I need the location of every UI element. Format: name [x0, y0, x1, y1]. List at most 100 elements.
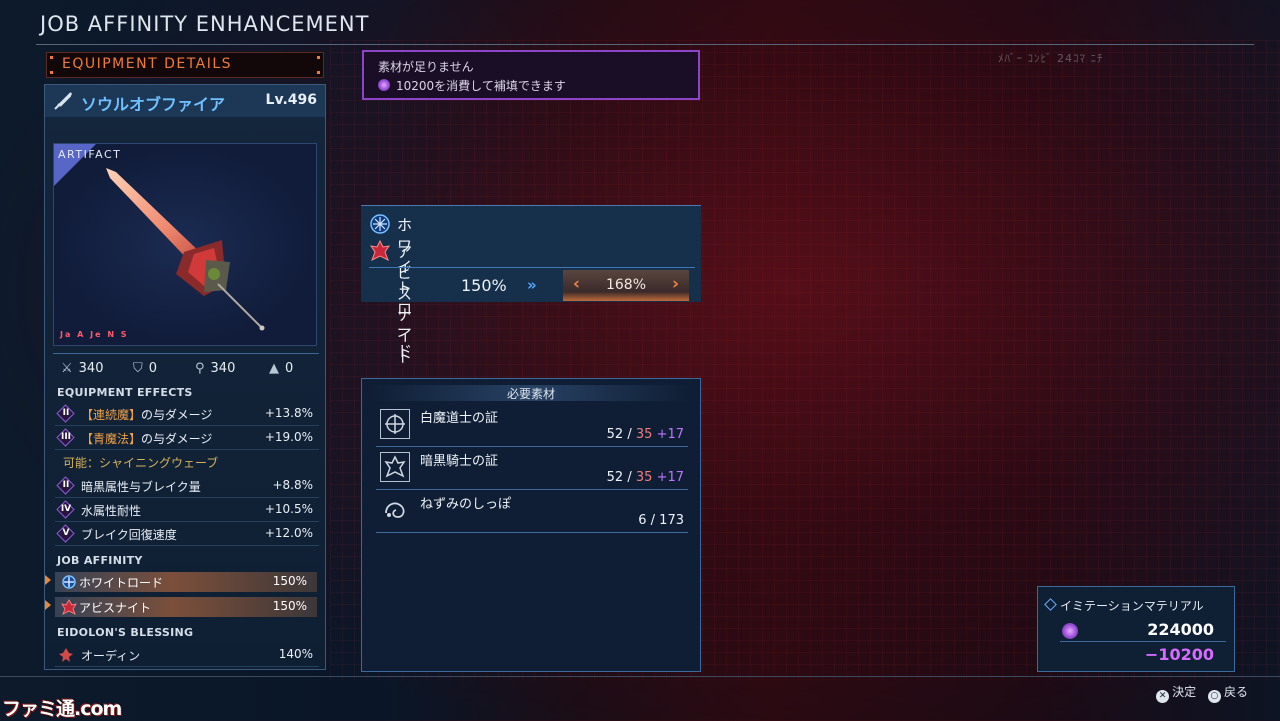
footer-divider [0, 676, 1280, 677]
button-hints: ✕ 決定 ○ 戻る [1148, 683, 1248, 703]
material-name: 白魔道士の証 [420, 411, 499, 426]
screen-title: JOB AFFINITY ENHANCEMENT [40, 12, 370, 36]
sword-stat-icon: ⚔ [61, 361, 73, 376]
currency-divider [1060, 641, 1226, 642]
hat-stat-icon: ▲ [269, 361, 279, 376]
job-affinity-row[interactable]: アビスナイト 150% [45, 597, 317, 617]
equipment-details-header: EQUIPMENT DETAILS [46, 52, 324, 78]
abyss-knight-icon [369, 239, 391, 262]
equipment-effects-title: EQUIPMENT EFFECTS [57, 386, 193, 399]
famitsu-watermark: ファミ通.com [2, 698, 122, 720]
material-shortage-notice: 素材が足りません 10200を消費して補填できます [362, 50, 700, 100]
effect-value: +10.5% [264, 502, 313, 516]
effect-value: +19.0% [264, 430, 313, 444]
effect-label: の与ダメージ [141, 432, 213, 446]
effect-row: II 暗黒属性与ブレイク量 +8.8% [55, 475, 319, 498]
greatsword-image [106, 168, 265, 331]
equipment-details-label: EQUIPMENT DETAILS [62, 56, 233, 72]
weapon-name-row: ソウルオブファイア Lv.496 [45, 85, 325, 117]
increase-arrow-icon[interactable]: › [672, 274, 679, 294]
effect-row: V ブレイク回復速度 +12.0% [55, 523, 319, 546]
rank-badge: III [56, 428, 75, 447]
sword-icon [53, 91, 73, 111]
diamond-icon [1044, 598, 1057, 611]
magic-defense-stat: ▲ 0 [269, 361, 294, 376]
effect-value: +8.8% [272, 478, 313, 492]
eidolon-blessing-title: EIDOLON'S BLESSING [57, 626, 194, 639]
currency-panel: イミテーションマテリアル 224000 −10200 [1037, 586, 1235, 672]
stats-divider [53, 353, 319, 354]
shortage-message: 素材が足りません [378, 60, 474, 74]
job-affinity-label: アビスナイト [79, 601, 152, 615]
imitation-materia-coin-icon [1062, 623, 1078, 639]
effect-label: 暗黒属性与ブレイク量 [81, 480, 201, 494]
stats-row: ⚔ 340 ⛉ 0 ⚲ 340 ▲ 0 [59, 361, 319, 383]
affinity-divider [369, 267, 695, 268]
job-affinity-row[interactable]: ホワイトロード 150% [45, 572, 317, 592]
imitation-materia-coin-icon [378, 79, 390, 91]
currency-cost: −10200 [1144, 645, 1214, 664]
effect-label: 水属性耐性 [81, 504, 142, 518]
material-name: ねずみのしっぽ [420, 497, 512, 512]
white-mage-crest-icon [380, 409, 410, 439]
material-row: 白魔道士の証 52 / 35 +17 [376, 405, 688, 447]
job-tags: Ja A Je N S [60, 330, 129, 339]
selection-arrow-icon [45, 575, 51, 585]
eidolon-row: オーディン 140% [55, 644, 319, 667]
rank-badge: V [56, 524, 75, 543]
eidolon-label: オーディン [81, 649, 141, 663]
shield-stat-icon: ⛉ [133, 361, 143, 376]
currency-name: イミテーションマテリアル [1060, 599, 1204, 613]
material-row: 暗黒騎士の証 52 / 35 +17 [376, 448, 688, 490]
job-affinity-value: 150% [272, 599, 307, 613]
affinity-enhancement-box: ホワイトロード アビスナイト 150% » ‹ 168% › [361, 205, 701, 366]
selection-arrow-icon [45, 600, 51, 610]
effect-label: の与ダメージ [141, 408, 213, 422]
target-affinity-value: 168% [605, 277, 647, 293]
rank-badge: IV [56, 500, 75, 519]
job-name: アビスナイト [397, 243, 413, 366]
current-affinity: 150% [461, 276, 507, 295]
currency-amount: 224000 [1147, 620, 1214, 639]
material-count: 52 / 35 +17 [606, 470, 684, 485]
job-affinity-title: JOB AFFINITY [57, 554, 143, 567]
shortage-substitute-message: 10200を消費して補填できます [396, 79, 566, 93]
rat-tail-icon [380, 495, 410, 525]
rank-badge: II [56, 476, 75, 495]
effect-row: III 【青魔法】の与ダメージ +19.0% [55, 427, 319, 450]
effect-row: IV 水属性耐性 +10.5% [55, 499, 319, 522]
required-materials-title: 必要素材 [372, 385, 690, 401]
weapon-name: ソウルオブファイア [81, 95, 226, 114]
ability-note: 可能：シャイニングウェーブ [63, 456, 219, 470]
confirm-hint[interactable]: 決定 [1172, 685, 1196, 699]
wand-stat-icon: ⚲ [195, 361, 205, 376]
equipment-panel: ソウルオブファイア Lv.496 ARTIFACT Ja A Je N S ⚔ 3… [44, 84, 326, 670]
cross-button-icon[interactable]: ✕ [1156, 690, 1170, 703]
effect-row: II 【連続魔】の与ダメージ +13.8% [55, 403, 319, 426]
effect-skill: 【青魔法】 [81, 432, 142, 446]
dark-knight-crest-icon [380, 452, 410, 482]
double-chevron-icon: » [527, 276, 537, 294]
weapon-art: ARTIFACT Ja A Je N S [53, 143, 317, 346]
rank-badge: II [56, 404, 75, 423]
magic-stat: ⚲ 340 [195, 361, 236, 376]
eidolon-value: 140% [278, 647, 313, 661]
effect-value: +13.8% [264, 406, 313, 420]
white-lord-icon [61, 574, 77, 590]
white-lord-icon [369, 213, 391, 235]
circle-button-icon[interactable]: ○ [1207, 690, 1221, 703]
job-affinity-label: ホワイトロード [79, 576, 164, 590]
material-count: 6 / 173 [638, 513, 684, 528]
required-materials-panel: 必要素材 白魔道士の証 52 / 35 +17 暗黒騎士の証 52 / 35 +… [361, 378, 701, 672]
effect-label: ブレイク回復速度 [81, 528, 177, 542]
weapon-level: Lv.496 [265, 92, 317, 108]
attack-stat: ⚔ 340 [61, 361, 104, 376]
material-name: 暗黒騎士の証 [420, 454, 499, 469]
effect-skill: 【連続魔】 [81, 408, 142, 422]
defense-stat: ⛉ 0 [133, 361, 158, 376]
effect-value: +12.0% [264, 526, 313, 540]
material-count: 52 / 35 +17 [606, 427, 684, 442]
back-hint[interactable]: 戻る [1224, 685, 1248, 699]
job-affinity-value: 150% [272, 574, 307, 588]
target-affinity-selector[interactable]: ‹ 168% › [563, 270, 689, 301]
